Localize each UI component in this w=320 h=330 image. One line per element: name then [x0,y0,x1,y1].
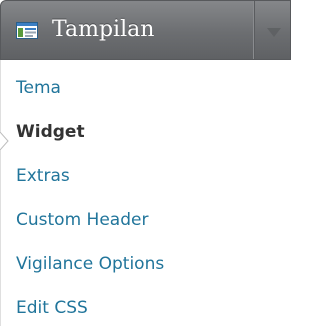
arrow-down-icon [267,28,281,37]
menu-toggle-button[interactable] [253,1,292,59]
menu-header[interactable]: Tampilan [0,0,291,60]
submenu-item-label: Widget [16,122,85,142]
submenu-item-tema[interactable]: Tema [1,66,292,110]
appearance-icon [16,22,38,39]
submenu-item-custom-header[interactable]: Custom Header [1,198,292,242]
submenu-item-widget[interactable]: Widget [0,110,292,154]
submenu: Tema Widget Extras Custom Header Vigilan… [0,60,291,326]
appearance-menu: Tampilan Tema Widget Extras Custom Heade… [0,0,291,326]
menu-title: Tampilan [52,17,155,42]
submenu-item-vigilance-options[interactable]: Vigilance Options [1,242,292,286]
current-arrow-icon [0,123,10,151]
submenu-item-extras[interactable]: Extras [1,154,292,198]
submenu-item-edit-css[interactable]: Edit CSS [1,286,292,330]
